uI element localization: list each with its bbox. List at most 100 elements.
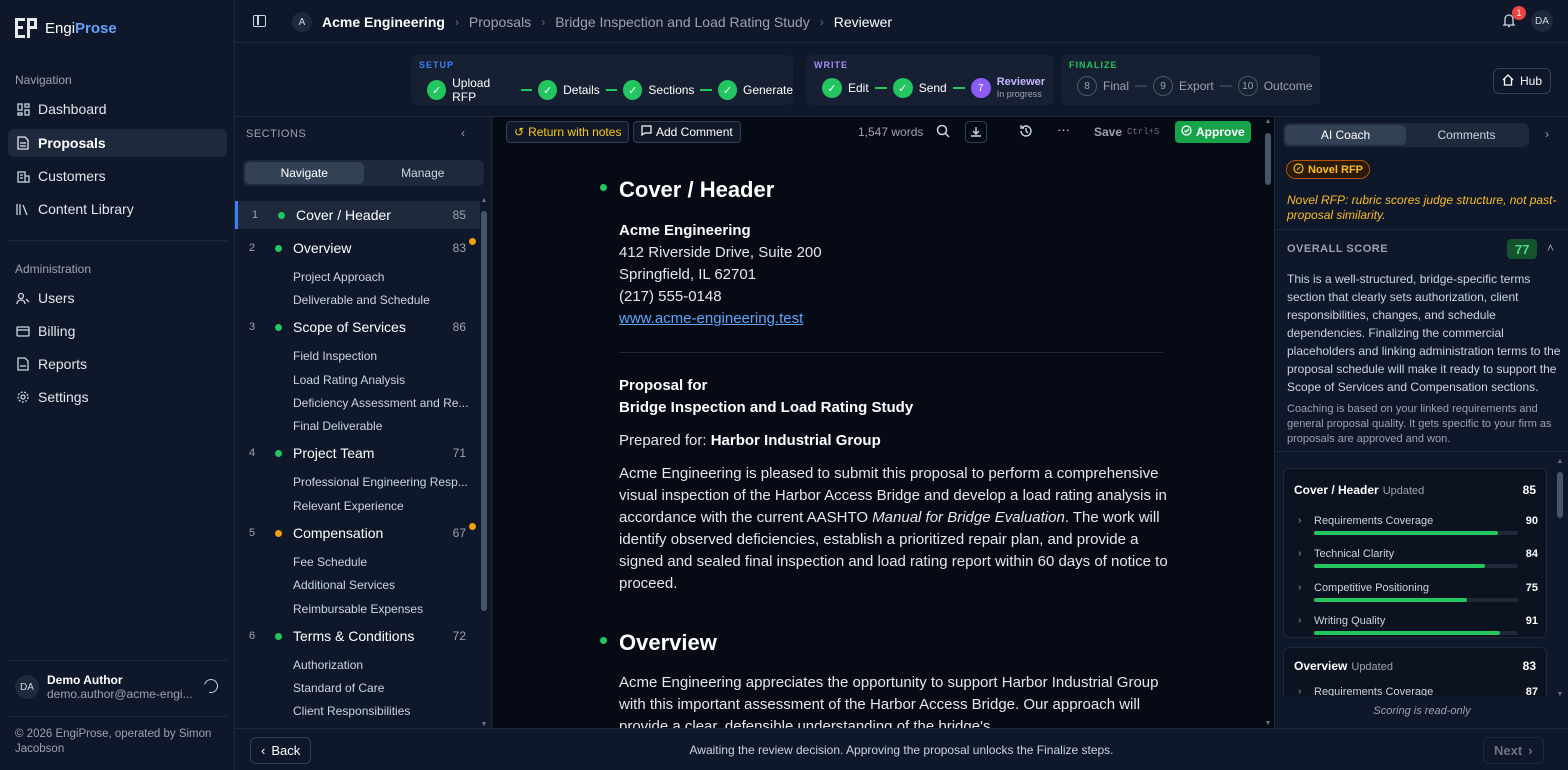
more-icon[interactable]: ··· [1057, 122, 1070, 137]
step-sections[interactable]: Sections [648, 83, 694, 97]
phase-finalize: FINALIZE 8 Final 9 Export 10 Outcome [1061, 55, 1320, 105]
sidebar-item-billing[interactable]: Billing [8, 317, 227, 345]
subsection-item[interactable]: Load Rating Analysis [293, 373, 405, 387]
user-profile[interactable]: DA Demo Author demo.author@acme-engi... [15, 673, 193, 701]
step-outcome: Outcome [1263, 79, 1313, 93]
approve-button[interactable]: Approve [1175, 121, 1251, 143]
section-item-overview[interactable]: 2 Overview 83 [235, 234, 480, 262]
check-icon: ✓ [427, 80, 447, 100]
save-button[interactable]: Save [1094, 125, 1122, 139]
breadcrumb-proposals[interactable]: Proposals [469, 14, 531, 30]
overview-paragraph: Acme Engineering appreciates the opportu… [619, 674, 1159, 728]
search-icon[interactable] [936, 124, 950, 141]
criterion-bar [1314, 631, 1518, 635]
subsection-item[interactable]: Professional Engineering Resp... [293, 475, 468, 489]
approve-label: Approve [1196, 125, 1245, 139]
breadcrumb-org[interactable]: Acme Engineering [322, 14, 445, 30]
sidebar-toggle-icon[interactable] [253, 15, 266, 27]
step-number: 9 [1153, 76, 1174, 96]
document-body[interactable]: Cover / Header Acme Engineering 412 Rive… [493, 147, 1262, 728]
sections-scrollbar[interactable]: ▲ ▼ [480, 197, 488, 728]
breadcrumb-proposal[interactable]: Bridge Inspection and Load Rating Study [555, 14, 810, 30]
editor-scrollbar[interactable]: ▲ ▼ [1262, 117, 1274, 728]
tab-manage[interactable]: Manage [364, 162, 483, 184]
criterion-row[interactable]: › Requirements Coverage 87 [1294, 686, 1538, 696]
hub-button[interactable]: Hub [1493, 68, 1552, 94]
sidebar-item-reports[interactable]: Reports [8, 350, 227, 378]
coach-scrollbar[interactable]: ▲ ▼ [1556, 458, 1564, 698]
subsection-item[interactable]: Client Responsibilities [293, 704, 410, 718]
subsection-item[interactable]: Fee Schedule [293, 555, 367, 569]
step-reviewer[interactable]: Reviewer [997, 76, 1045, 88]
criterion-row[interactable]: › Technical Clarity 84 [1294, 548, 1538, 578]
subsection-item[interactable]: Field Inspection [293, 349, 377, 363]
logo[interactable]: EngiProse [15, 18, 117, 38]
sidebar-item-customers[interactable]: Customers [8, 162, 227, 190]
card-icon [16, 324, 30, 338]
add-comment-button[interactable]: Add Comment [633, 121, 741, 143]
criterion-row[interactable]: › Requirements Coverage 90 [1294, 515, 1538, 545]
chevron-right-icon[interactable]: › [1545, 127, 1549, 141]
check-icon: ✓ [892, 78, 913, 98]
theme-toggle-moon-icon[interactable] [201, 676, 221, 696]
return-with-notes-button[interactable]: ↺ Return with notes [506, 121, 630, 143]
scroll-up-arrow-icon[interactable]: ▲ [480, 197, 488, 204]
step-generate[interactable]: Generate [743, 83, 793, 97]
scroll-thumb[interactable] [481, 211, 487, 611]
avatar[interactable]: DA [1531, 10, 1553, 32]
section-item-project-team[interactable]: 4 Project Team 71 [235, 439, 480, 467]
chevron-up-icon[interactable]: ˄ [1547, 241, 1554, 255]
criterion-row[interactable]: › Writing Quality 91 [1294, 615, 1538, 645]
home-icon [1502, 73, 1514, 89]
next-button[interactable]: Next › [1483, 737, 1544, 764]
sidebar-item-settings[interactable]: Settings [8, 383, 227, 411]
download-icon[interactable] [965, 121, 987, 143]
building-icon [16, 169, 30, 183]
subsection-item[interactable]: Project Approach [293, 270, 384, 284]
subsection-item[interactable]: Reimbursable Expenses [293, 602, 423, 616]
status-dot [275, 529, 282, 537]
subsection-item[interactable]: Authorization [293, 658, 363, 672]
scroll-thumb[interactable] [1557, 472, 1563, 518]
tab-comments[interactable]: Comments [1406, 125, 1527, 145]
section-title: Scope of Services [293, 319, 406, 335]
section-item-compensation[interactable]: 5 Compensation 67 [235, 519, 480, 547]
section-item-scope[interactable]: 3 Scope of Services 86 [235, 313, 480, 341]
subsection-item[interactable]: Standard of Care [293, 681, 384, 695]
divider [1275, 229, 1568, 230]
sidebar-item-dashboard[interactable]: Dashboard [8, 95, 227, 123]
history-icon[interactable] [1019, 124, 1033, 141]
website-link[interactable]: www.acme-engineering.test [619, 310, 803, 327]
scroll-down-arrow-icon[interactable]: ▼ [1556, 691, 1564, 698]
step-send[interactable]: Send [919, 81, 947, 95]
sidebar-item-content-library[interactable]: Content Library [8, 195, 227, 223]
collapse-chevron-left-icon[interactable]: ‹ [461, 126, 465, 140]
sidebar-item-proposals[interactable]: Proposals [8, 129, 227, 157]
check-circle-icon [1181, 125, 1192, 139]
step-details[interactable]: Details [563, 83, 600, 97]
section-score: 67 [452, 526, 466, 540]
section-item-cover-header[interactable]: 1 Cover / Header 85 [235, 201, 480, 229]
tab-navigate[interactable]: Navigate [245, 162, 364, 184]
overall-score: 77 [1507, 239, 1538, 259]
tab-ai-coach[interactable]: AI Coach [1285, 125, 1406, 145]
sidebar-item-label: Users [38, 290, 75, 306]
subsection-item[interactable]: Final Deliverable [293, 419, 382, 433]
subsection-item[interactable]: Deliverable and Schedule [293, 293, 430, 307]
sidebar-item-users[interactable]: Users [8, 284, 227, 312]
chevron-right-icon: › [1298, 582, 1302, 593]
section-item-terms[interactable]: 6 Terms & Conditions 72 [235, 622, 480, 650]
subsection-item[interactable]: Relevant Experience [293, 499, 404, 513]
criterion-row[interactable]: › Competitive Positioning 75 [1294, 582, 1538, 612]
card-updated: Updated [1351, 661, 1393, 673]
subsection-item[interactable]: Additional Services [293, 578, 395, 592]
scroll-down-arrow-icon[interactable]: ▼ [1264, 720, 1272, 727]
topbar: A Acme Engineering › Proposals › Bridge … [235, 0, 1568, 43]
scroll-up-arrow-icon[interactable]: ▲ [1264, 118, 1272, 125]
step-upload-rfp[interactable]: Upload RFP [452, 76, 514, 104]
scroll-down-arrow-icon[interactable]: ▼ [480, 721, 488, 728]
subsection-item[interactable]: Deficiency Assessment and Re... [293, 396, 468, 410]
scroll-thumb[interactable] [1265, 133, 1271, 185]
scroll-up-arrow-icon[interactable]: ▲ [1556, 458, 1564, 465]
step-edit[interactable]: Edit [848, 81, 869, 95]
